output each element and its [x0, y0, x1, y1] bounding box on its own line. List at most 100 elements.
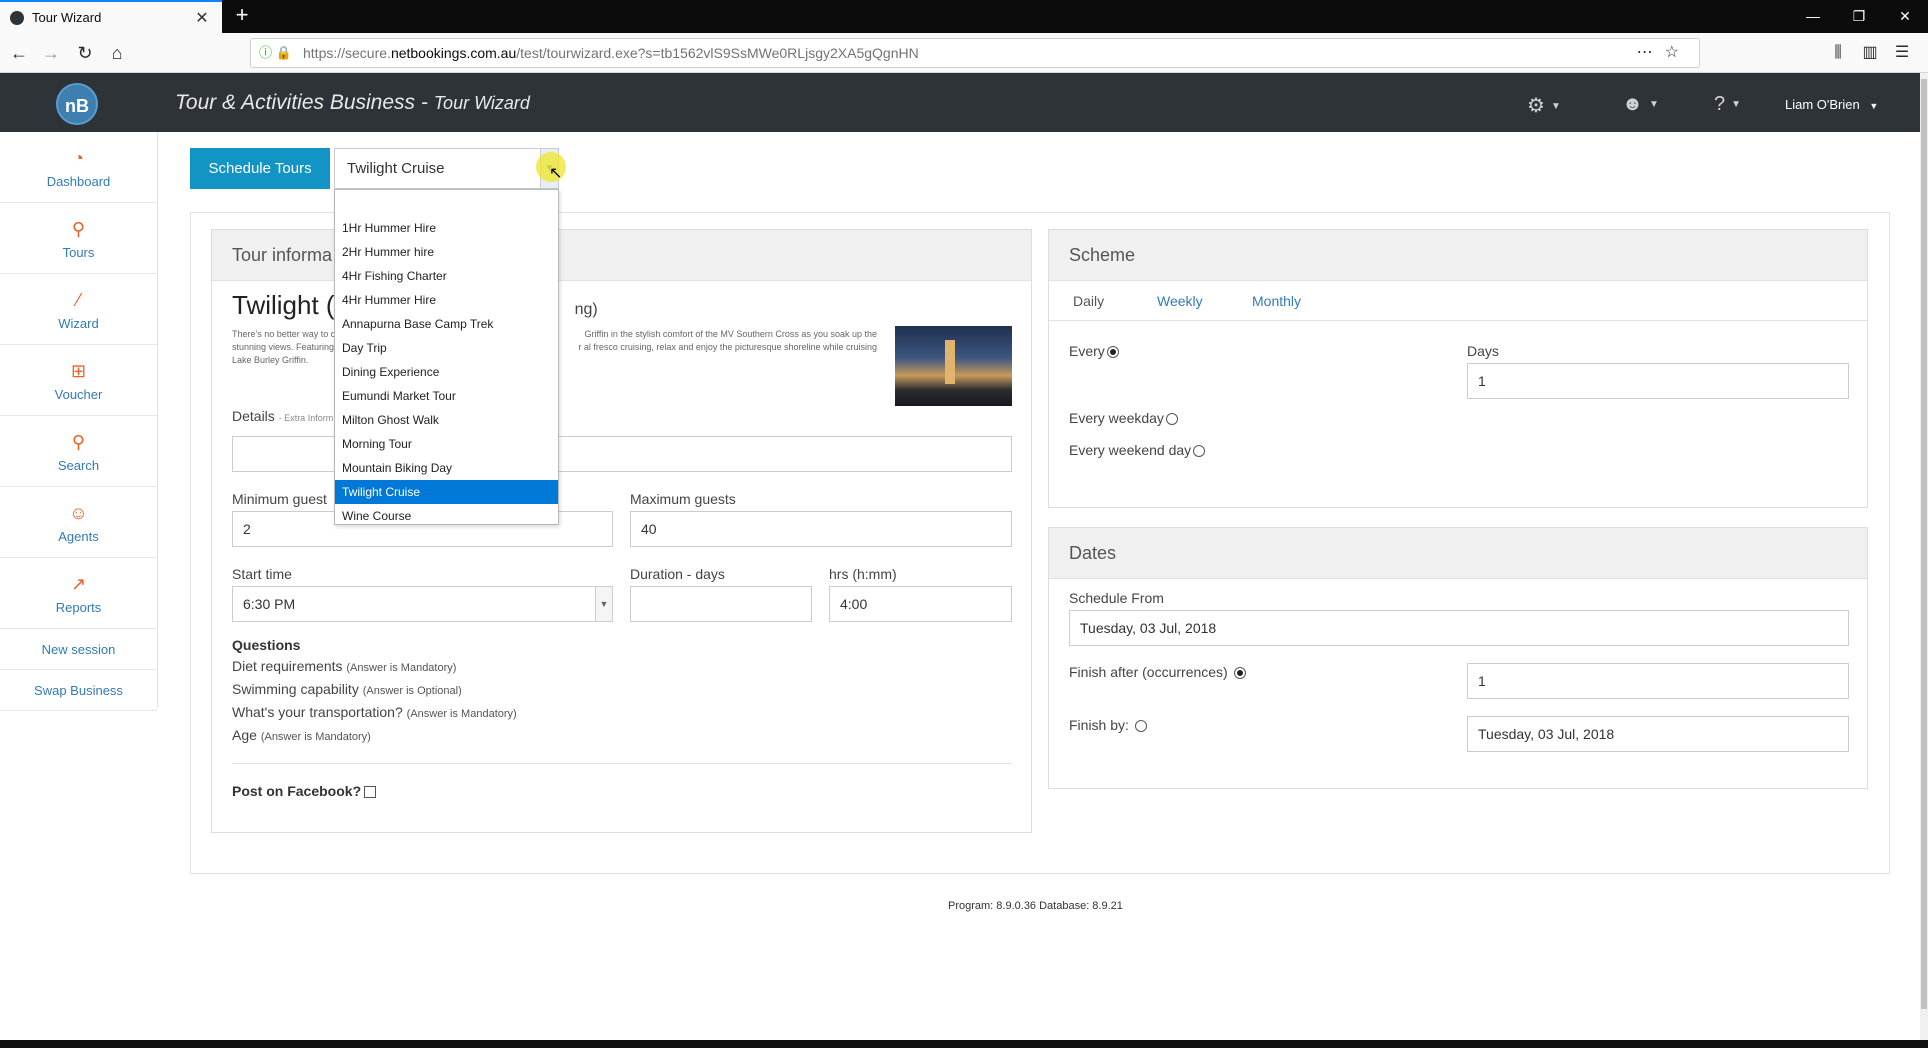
panel-title: Dates: [1049, 528, 1867, 579]
finish-after-radio[interactable]: [1233, 667, 1246, 680]
new-tab-icon[interactable]: +: [230, 4, 254, 28]
sidebar-item-reports[interactable]: ↗ Reports: [0, 558, 157, 629]
chevron-down-icon: ▼: [1649, 99, 1659, 111]
desc-text: Griffin in the stylish comfort of the MV…: [584, 329, 877, 339]
library-icon[interactable]: ⫼: [1822, 40, 1854, 66]
menu-icon[interactable]: ☰: [1886, 40, 1918, 66]
weekday-label: Every weekday: [1069, 410, 1164, 426]
tour-dropdown-list[interactable]: 1Hr Hummer Hire 2Hr Hummer hire 4Hr Fish…: [334, 189, 559, 525]
reload-icon[interactable]: ↻: [72, 40, 98, 66]
dropdown-option[interactable]: Dining Experience: [335, 360, 558, 384]
app-title: Tour & Activities Business - Tour Wizard: [175, 91, 530, 114]
help-icon: ?: [1714, 93, 1726, 115]
schedule-tours-button[interactable]: Schedule Tours: [190, 148, 330, 189]
help-menu[interactable]: ? ▼: [1714, 93, 1741, 116]
finish-by-radio[interactable]: [1134, 720, 1147, 733]
finish-by-label: Finish by:: [1069, 717, 1129, 733]
page-actions-icon[interactable]: ⋯☆: [1637, 39, 1691, 67]
sidebar-item-label: Tours: [62, 245, 95, 260]
gear-icon: ⚙: [1527, 95, 1545, 117]
hrs-input[interactable]: 4:00: [829, 586, 1012, 622]
minimize-icon[interactable]: —: [1790, 0, 1836, 33]
search-icon: ⚲: [71, 432, 86, 452]
desc-text: There's no better way to c: [232, 329, 336, 339]
settings-menu[interactable]: ⚙ ▼: [1527, 93, 1561, 118]
lock-icon: ⓘ 🔒: [259, 45, 292, 60]
dropdown-option-selected[interactable]: Twilight Cruise: [335, 480, 558, 504]
tab-daily[interactable]: Daily: [1073, 293, 1104, 309]
start-time-select[interactable]: 6:30 PM ▼: [232, 586, 613, 622]
close-window-icon[interactable]: ✕: [1882, 0, 1928, 33]
page-scrollbar[interactable]: [1920, 73, 1928, 1040]
question-note: (Answer is Mandatory): [406, 708, 517, 720]
sidebar: ◔ Dashboard ⚲ Tours ⁄ Wizard ⊞ Voucher ⚲ Sear…: [0, 132, 158, 711]
questions-title: Questions: [232, 637, 301, 653]
facebook-row: Post on Facebook?: [232, 783, 377, 799]
home-icon[interactable]: ⌂: [104, 40, 130, 66]
dropdown-option[interactable]: Day Trip: [335, 336, 558, 360]
agents-icon: ☺: [69, 503, 88, 523]
duration-days-input[interactable]: [630, 586, 812, 622]
dropdown-option[interactable]: Morning Tour: [335, 432, 558, 456]
dropdown-option[interactable]: 1Hr Hummer Hire: [335, 216, 558, 240]
chevron-down-icon: ▼: [1869, 101, 1879, 111]
app-header: nB Tour & Activities Business - Tour Wiz…: [0, 73, 1920, 132]
reports-icon: ↗: [70, 574, 87, 594]
facebook-checkbox[interactable]: [364, 786, 377, 799]
url-bar[interactable]: ⓘ 🔒 https://secure.netbookings.com.au/te…: [250, 38, 1700, 68]
favicon-icon: [10, 10, 24, 25]
dropdown-option[interactable]: Annapurna Base Camp Trek: [335, 312, 558, 336]
every-option: Every: [1069, 343, 1119, 359]
user-menu[interactable]: Liam O'Brien ▼: [1785, 97, 1878, 112]
dropdown-option[interactable]: Mountain Biking Day: [335, 456, 558, 480]
tour-select[interactable]: Twilight Cruise ▼: [334, 148, 559, 189]
days-input[interactable]: 1: [1467, 363, 1849, 399]
dropdown-option[interactable]: Eumundi Market Tour: [335, 384, 558, 408]
finish-by-input[interactable]: Tuesday, 03 Jul, 2018: [1467, 716, 1849, 752]
app-logo[interactable]: nB: [56, 83, 98, 125]
tab-weekly[interactable]: Weekly: [1157, 293, 1203, 309]
question-note: (Answer is Mandatory): [260, 731, 371, 743]
business-name: Tour & Activities Business: [175, 91, 416, 114]
dropdown-option[interactable]: 4Hr Hummer Hire: [335, 288, 558, 312]
sidebar-item-search[interactable]: ⚲ Search: [0, 416, 157, 487]
dropdown-option[interactable]: 2Hr Hummer hire: [335, 240, 558, 264]
scrollbar-thumb[interactable]: [1921, 79, 1927, 1009]
sidebar-item-wizard[interactable]: ⁄ Wizard: [0, 274, 157, 345]
dates-panel: Dates Schedule From Tuesday, 03 Jul, 201…: [1048, 527, 1868, 789]
sidebar-item-tours[interactable]: ⚲ Tours: [0, 203, 157, 274]
swap-business-link[interactable]: Swap Business: [0, 670, 157, 711]
tour-name-suffix: ng): [574, 301, 598, 318]
every-radio[interactable]: [1106, 346, 1119, 359]
dropdown-option[interactable]: Wine Course: [335, 504, 558, 528]
sidebar-item-voucher[interactable]: ⊞ Voucher: [0, 345, 157, 416]
close-tab-icon[interactable]: ✕: [192, 8, 212, 28]
weekend-radio[interactable]: [1193, 445, 1206, 458]
tab-monthly[interactable]: Monthly: [1252, 293, 1301, 309]
tower-shape: [945, 340, 955, 384]
sidebar-item-agents[interactable]: ☺ Agents: [0, 487, 157, 558]
sidebar-item-label: Reports: [55, 600, 102, 615]
agent-menu[interactable]: ☻ ▼: [1622, 93, 1659, 116]
dropdown-option[interactable]: 4Hr Fishing Charter: [335, 264, 558, 288]
forward-icon[interactable]: →: [38, 40, 64, 66]
chevron-down-icon[interactable]: ▼: [595, 587, 612, 621]
sidebar-item-label: Agents: [58, 529, 99, 544]
question-item: What's your transportation? (Answer is M…: [232, 702, 517, 725]
new-session-link[interactable]: New session: [0, 629, 157, 670]
sidebar-toggle-icon[interactable]: ▥: [1854, 40, 1886, 66]
browser-nav-bar: ← → ↻ ⌂ ⓘ 🔒 https://secure.netbookings.c…: [0, 33, 1928, 73]
schedule-from-input[interactable]: Tuesday, 03 Jul, 2018: [1069, 610, 1849, 646]
finish-after-input[interactable]: 1: [1467, 663, 1849, 699]
dropdown-option[interactable]: Milton Ghost Walk: [335, 408, 558, 432]
weekday-radio[interactable]: [1165, 413, 1178, 426]
every-label: Every: [1069, 343, 1105, 359]
browser-tab[interactable]: Tour Wizard ✕: [0, 0, 222, 33]
back-icon[interactable]: ←: [6, 40, 32, 66]
sidebar-item-label: Dashboard: [46, 174, 111, 189]
question-text: Swimming capability: [232, 681, 359, 697]
days-label: Days: [1467, 343, 1499, 359]
sidebar-item-dashboard[interactable]: ◔ Dashboard: [0, 132, 157, 203]
restore-icon[interactable]: ❐: [1836, 0, 1882, 33]
max-guests-input[interactable]: 40: [630, 511, 1012, 547]
